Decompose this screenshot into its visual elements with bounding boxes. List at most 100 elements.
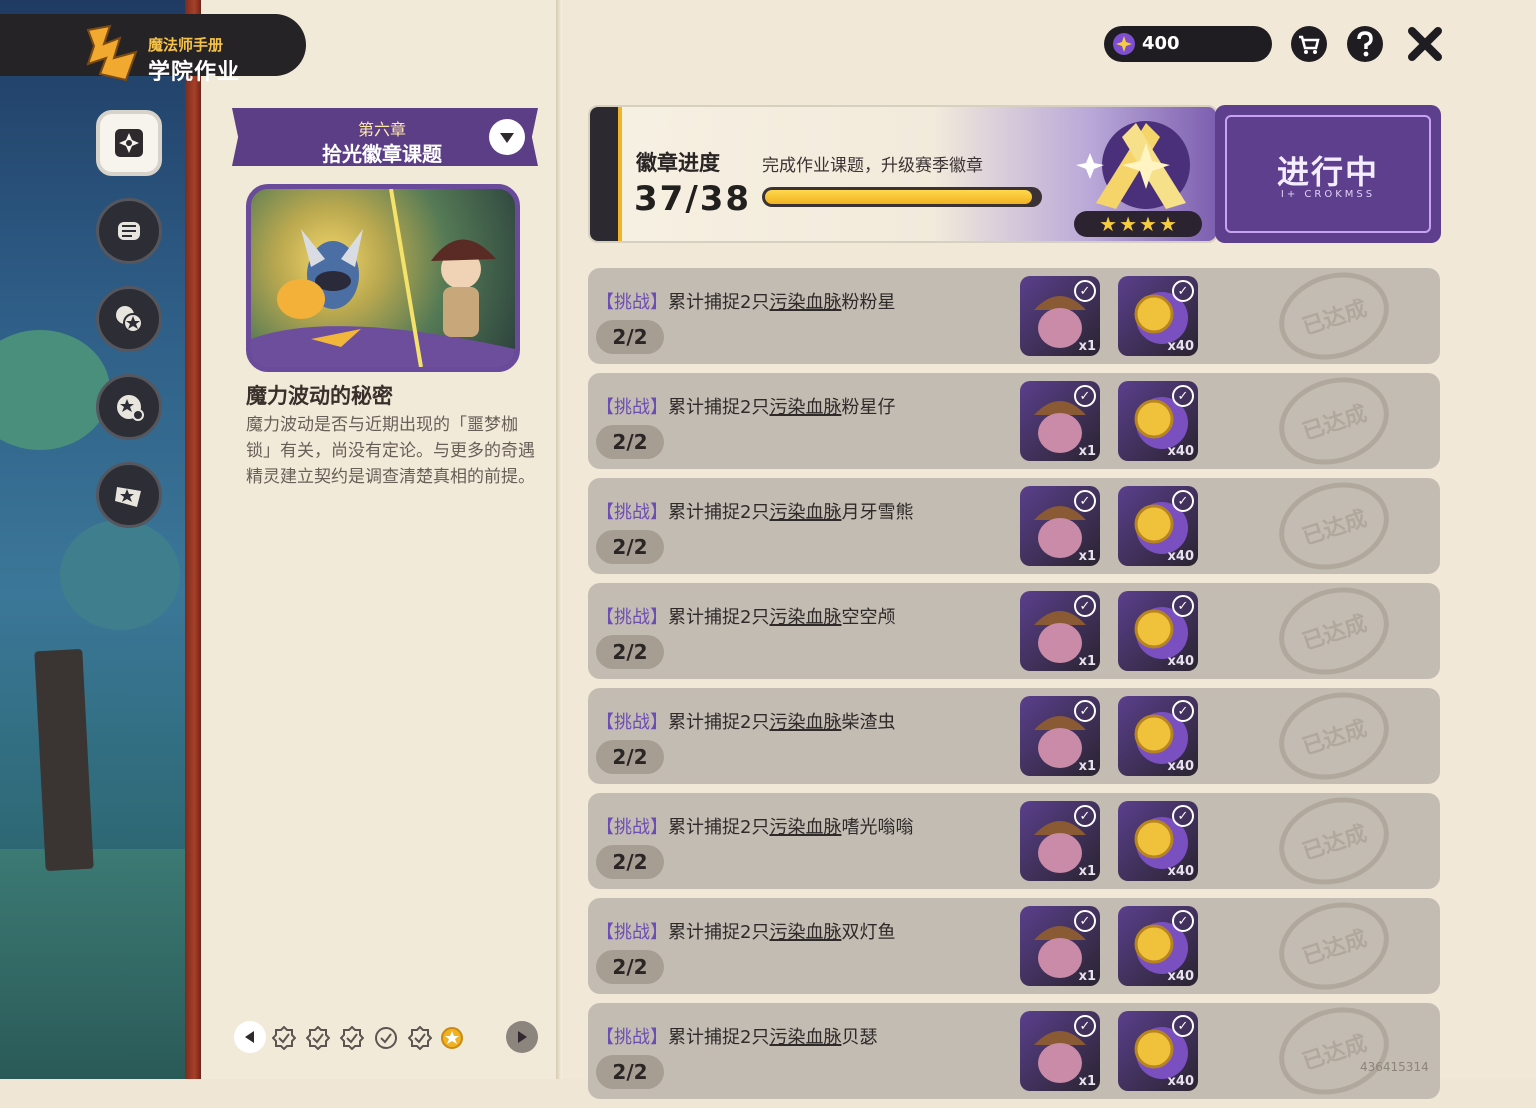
quest-tag: 【挑战】 bbox=[596, 1027, 668, 1048]
quest-prefix: 累计捕捉2只 bbox=[668, 397, 770, 418]
page-dot-done-icon[interactable] bbox=[272, 1026, 296, 1050]
quest-tag: 【挑战】 bbox=[596, 292, 668, 313]
sidebar-item-stars[interactable] bbox=[96, 374, 162, 440]
completed-stamp: 已达成 bbox=[1267, 258, 1401, 374]
reward-item[interactable]: ✓ x40 bbox=[1118, 801, 1198, 881]
quest-tag: 【挑战】 bbox=[596, 817, 668, 838]
chapter-dropdown-button[interactable] bbox=[489, 119, 525, 155]
quest-row[interactable]: 【挑战】累计捕捉2只污染血脉嗜光嗡嗡 2/2 ✓ x1 ✓ x40 已达成 bbox=[588, 783, 1440, 899]
quest-row[interactable]: 【挑战】累计捕捉2只污染血脉贝瑟 2/2 ✓ x1 ✓ x40 已达成 bbox=[588, 993, 1440, 1108]
reward-item[interactable]: ✓ x1 bbox=[1020, 486, 1100, 566]
currency-value: 400 bbox=[1142, 33, 1180, 54]
reward-item[interactable]: ✓ x40 bbox=[1118, 1011, 1198, 1091]
reward-quantity: x1 bbox=[1078, 549, 1096, 564]
reward-item[interactable]: ✓ x40 bbox=[1118, 381, 1198, 461]
reward-item[interactable]: ✓ x40 bbox=[1118, 906, 1198, 986]
checkmark-icon: ✓ bbox=[1074, 700, 1096, 722]
quest-row[interactable]: 【挑战】累计捕捉2只污染血脉粉星仔 2/2 ✓ x1 ✓ x40 已达成 bbox=[588, 363, 1440, 479]
quest-row[interactable]: 【挑战】累计捕捉2只污染血脉月牙雪熊 2/2 ✓ x1 ✓ x40 已达成 bbox=[588, 468, 1440, 584]
reward-item[interactable]: ✓ x1 bbox=[1020, 906, 1100, 986]
quest-tag: 【挑战】 bbox=[596, 607, 668, 628]
quest-target: 空空颅 bbox=[841, 607, 896, 628]
prev-page-button[interactable] bbox=[234, 1021, 266, 1053]
quest-keyword: 污染血脉 bbox=[769, 1027, 842, 1048]
reward-item[interactable]: ✓ x1 bbox=[1020, 591, 1100, 671]
star-icon: ★ bbox=[1158, 212, 1177, 236]
reward-item[interactable]: ✓ x40 bbox=[1118, 276, 1198, 356]
quest-row[interactable]: 【挑战】累计捕捉2只污染血脉双灯鱼 2/2 ✓ x1 ✓ x40 已达成 bbox=[588, 888, 1440, 1004]
chapter-artwork bbox=[246, 184, 520, 372]
reward-item[interactable]: ✓ x40 bbox=[1118, 696, 1198, 776]
badge-progress-fill bbox=[765, 190, 1032, 204]
sidebar-item-badges[interactable] bbox=[96, 286, 162, 352]
page-dot-done-icon[interactable] bbox=[408, 1026, 432, 1050]
reward-quantity: x1 bbox=[1078, 759, 1096, 774]
quest-row[interactable]: 【挑战】累计捕捉2只污染血脉柴渣虫 2/2 ✓ x1 ✓ x40 已达成 bbox=[588, 678, 1440, 794]
chapter-number: 第六章 bbox=[357, 120, 406, 139]
story-title: 魔力波动的秘密 bbox=[246, 384, 393, 408]
star-ticket-icon bbox=[115, 487, 141, 507]
quest-row[interactable]: 【挑战】累计捕捉2只污染血脉粉粉星 2/2 ✓ x1 ✓ x40 已达成 bbox=[588, 258, 1440, 374]
checkmark-icon: ✓ bbox=[1172, 595, 1194, 617]
compass-book-icon bbox=[115, 129, 143, 157]
completed-stamp: 已达成 bbox=[1267, 678, 1401, 794]
quest-progress: 2/2 bbox=[596, 425, 664, 459]
quest-text: 【挑战】累计捕捉2只污染血脉月牙雪熊 bbox=[596, 498, 913, 524]
quest-progress: 2/2 bbox=[596, 635, 664, 669]
sidebar-item-homework[interactable] bbox=[96, 110, 162, 176]
quest-keyword: 污染血脉 bbox=[769, 817, 842, 838]
reward-quantity: x1 bbox=[1078, 969, 1096, 984]
quest-text: 【挑战】累计捕捉2只污染血脉贝瑟 bbox=[596, 1023, 877, 1049]
reward-item[interactable]: ✓ x40 bbox=[1118, 486, 1198, 566]
reward-item[interactable]: ✓ x1 bbox=[1020, 1011, 1100, 1091]
quest-text: 【挑战】累计捕捉2只污染血脉粉星仔 bbox=[596, 393, 895, 419]
star-orbit-icon bbox=[117, 395, 144, 421]
quest-prefix: 累计捕捉2只 bbox=[668, 712, 770, 733]
sidebar-item-ticket[interactable] bbox=[96, 462, 162, 528]
shop-button[interactable] bbox=[1289, 24, 1329, 64]
page-dot-current-icon[interactable] bbox=[440, 1026, 464, 1050]
reward-quantity: x1 bbox=[1078, 864, 1096, 879]
quest-target: 贝瑟 bbox=[841, 1027, 878, 1048]
page-dot-done-icon[interactable] bbox=[374, 1026, 398, 1050]
question-icon bbox=[1347, 26, 1383, 62]
reward-item[interactable]: ✓ x1 bbox=[1020, 696, 1100, 776]
title-subtitle: 魔法师手册 bbox=[148, 36, 224, 54]
quest-progress: 2/2 bbox=[596, 320, 664, 354]
cart-icon bbox=[1291, 26, 1327, 62]
checkmark-icon: ✓ bbox=[1074, 805, 1096, 827]
quest-row[interactable]: 【挑战】累计捕捉2只污染血脉空空颅 2/2 ✓ x1 ✓ x40 已达成 bbox=[588, 573, 1440, 689]
sidebar-item-fist[interactable] bbox=[96, 198, 162, 264]
currency-display[interactable]: 400 bbox=[1104, 26, 1272, 62]
reward-quantity: x40 bbox=[1167, 339, 1194, 354]
quest-text: 【挑战】累计捕捉2只污染血脉嗜光嗡嗡 bbox=[596, 813, 913, 839]
reward-quantity: x40 bbox=[1167, 864, 1194, 879]
star-badges-icon bbox=[116, 306, 143, 333]
checkmark-icon: ✓ bbox=[1074, 1015, 1096, 1037]
arrow-left-icon bbox=[245, 1031, 254, 1043]
checkmark-icon: ✓ bbox=[1074, 490, 1096, 512]
close-button[interactable] bbox=[1405, 24, 1445, 64]
reward-item[interactable]: ✓ x1 bbox=[1020, 276, 1100, 356]
help-button[interactable] bbox=[1345, 24, 1385, 64]
chevron-down-icon bbox=[500, 133, 514, 143]
reward-item[interactable]: ✓ x1 bbox=[1020, 801, 1100, 881]
title-bar: 魔法师手册 学院作业 bbox=[0, 14, 306, 85]
checkmark-icon: ✓ bbox=[1172, 490, 1194, 512]
quest-text: 【挑战】累计捕捉2只污染血脉双灯鱼 bbox=[596, 918, 895, 944]
reward-quantity: x40 bbox=[1167, 549, 1194, 564]
reward-item[interactable]: ✓ x40 bbox=[1118, 591, 1198, 671]
quest-target: 柴渣虫 bbox=[841, 712, 896, 733]
season-status-card[interactable]: 进行中 I+ CROKMSS bbox=[1215, 105, 1441, 243]
badge-progress-bar bbox=[762, 187, 1042, 207]
completed-stamp-text: 已达成 bbox=[1299, 926, 1371, 971]
next-page-button[interactable] bbox=[506, 1021, 538, 1053]
quest-prefix: 累计捕捉2只 bbox=[668, 607, 770, 628]
page-dot-done-icon[interactable] bbox=[306, 1026, 330, 1050]
completed-stamp: 已达成 bbox=[1267, 993, 1401, 1108]
page-dot-done-icon[interactable] bbox=[340, 1026, 364, 1050]
reward-quantity: x40 bbox=[1167, 1074, 1194, 1089]
checkmark-icon: ✓ bbox=[1172, 385, 1194, 407]
reward-item[interactable]: ✓ x1 bbox=[1020, 381, 1100, 461]
reward-quantity: x1 bbox=[1078, 444, 1096, 459]
